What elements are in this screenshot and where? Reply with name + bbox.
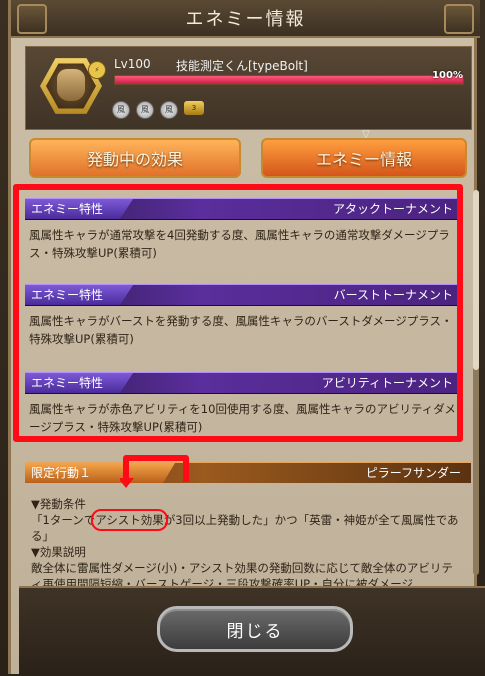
hp-percent: 100% [432, 70, 463, 81]
trait-header: エネミー特性 アビリティトーナメント [25, 372, 461, 394]
limited-action-tag: 限定行動１ [25, 463, 175, 483]
enemy-info-panel: エネミー情報 ⚡ Lv100 技能測定くん[typeBolt] 100% 風 風… [8, 0, 485, 676]
trait-tag: エネミー特性 [25, 373, 133, 393]
enemy-card: ⚡ Lv100 技能測定くん[typeBolt] 100% 風 風 風 3 [25, 46, 472, 130]
title-bar: エネミー情報 [11, 0, 480, 38]
condition-text: 「1ターンでアシスト効果が3回以上発動した」かつ「英雷・神姫が全て風属性である」 [31, 509, 461, 544]
hp-bar-fill [115, 76, 463, 84]
tab-selected-indicator-icon: ▽ [362, 129, 370, 140]
window-title: エネミー情報 [185, 9, 306, 30]
trait-name: バーストトーナメント [333, 288, 453, 302]
close-button[interactable]: 閉じる [157, 606, 353, 652]
corner-ornament-left [17, 4, 47, 34]
condition-pre: 「1ターンで [31, 513, 96, 527]
tab-active-effects[interactable]: 発動中の効果 [29, 138, 241, 178]
enemy-level: Lv100 [114, 57, 151, 71]
scrollbar-thumb[interactable] [473, 190, 479, 370]
limited-action-header: 限定行動１ ピラーフサンダー [25, 462, 471, 483]
hp-bar: 100% [114, 70, 464, 85]
trait-name: アタックトーナメント [332, 202, 453, 216]
effect-heading: ▼効果説明 [31, 545, 86, 559]
element-icon-3: 風 [160, 101, 178, 119]
tab-enemy-info[interactable]: エネミー情報 [261, 138, 467, 178]
enemy-avatar: ⚡ [40, 55, 106, 117]
element-icon-2: 風 [136, 101, 154, 119]
limited-action-body: ▼発動条件 「1ターンでアシスト効果が3回以上発動した」かつ「英雷・神姫が全て風… [31, 496, 461, 592]
trait-tag: エネミー特性 [25, 285, 133, 305]
stack-chip: 3 [184, 101, 204, 115]
trait-header: エネミー特性 アタックトーナメント [25, 198, 461, 220]
bottom-bar: 閉じる [19, 586, 485, 676]
trait-description: 風属性キャラが赤色アビリティを10回使用する度、風属性キャラのアビリティダメージ… [29, 402, 456, 434]
trait-description: 風属性キャラが通常攻撃を4回発動する度、風属性キャラの通常攻撃ダメージプラス・特… [29, 228, 450, 260]
element-icon-1: 風 [112, 101, 130, 119]
enemy-name: 技能測定くん[typeBolt] [176, 59, 308, 73]
trait-header: エネミー特性 バーストトーナメント [25, 284, 461, 306]
limited-action-name: ピラーフサンダー [365, 466, 461, 480]
enemy-portrait-icon [57, 69, 85, 101]
trait-tag: エネミー特性 [25, 199, 133, 219]
limited-action-section: 限定行動１ ピラーフサンダー ▼発動条件 「1ターンでアシスト効果が3回以上発動… [25, 462, 471, 591]
corner-ornament-right [444, 4, 474, 34]
scrollbar[interactable] [473, 190, 479, 575]
trait-description: 風属性キャラがバーストを発動する度、風属性キャラのバーストダメージプラス・特殊攻… [29, 314, 453, 346]
game-window: エネミー情報 ⚡ Lv100 技能測定くん[typeBolt] 100% 風 風… [0, 0, 485, 676]
trait-name: アビリティトーナメント [321, 376, 453, 390]
circled-keyword: アシスト効果 [91, 509, 168, 531]
element-badge-icon: ⚡ [88, 61, 106, 79]
